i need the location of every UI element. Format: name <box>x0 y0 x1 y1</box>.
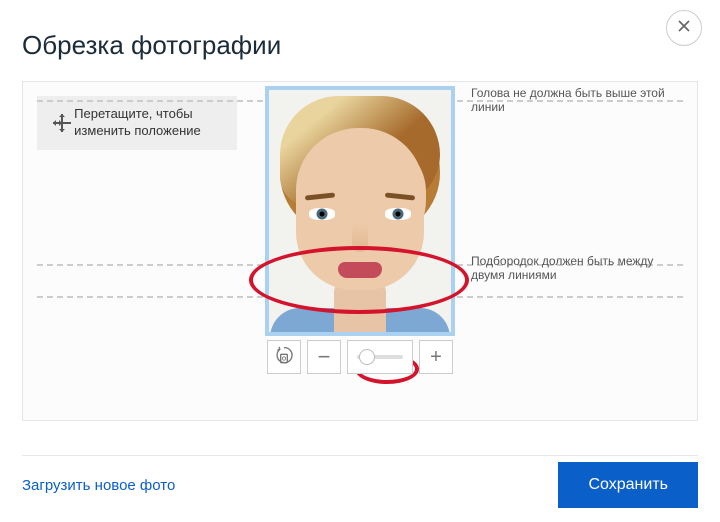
minus-icon: − <box>318 344 331 370</box>
photo-image <box>269 90 451 332</box>
slider-track <box>357 355 403 359</box>
zoom-in-button[interactable]: + <box>419 340 453 374</box>
upload-new-link[interactable]: Загрузить новое фото <box>22 477 175 494</box>
close-button[interactable] <box>666 10 702 46</box>
slider-handle[interactable] <box>359 349 375 365</box>
rotate-icon <box>274 346 294 369</box>
save-button[interactable]: Сохранить <box>558 462 698 508</box>
divider <box>22 455 698 456</box>
photo-stage: Голова не должна быть выше этой линии По… <box>23 82 697 392</box>
page-title: Обрезка фотографии <box>0 0 720 81</box>
guide-label-top: Голова не должна быть выше этой линии <box>471 86 681 115</box>
close-icon <box>676 17 692 40</box>
guide-label-bottom: Подбородок должен быть между двумя линия… <box>471 254 681 283</box>
photo-frame[interactable] <box>265 86 455 336</box>
rotate-button[interactable] <box>267 340 301 374</box>
plus-icon: + <box>430 346 442 369</box>
zoom-out-button[interactable]: − <box>307 340 341 374</box>
footer: Загрузить новое фото Сохранить <box>22 462 698 508</box>
editor-panel: Перетащите, чтобы изменить положение Гол… <box>22 81 698 421</box>
zoom-slider[interactable] <box>347 340 413 374</box>
toolbar: − + <box>267 340 453 374</box>
